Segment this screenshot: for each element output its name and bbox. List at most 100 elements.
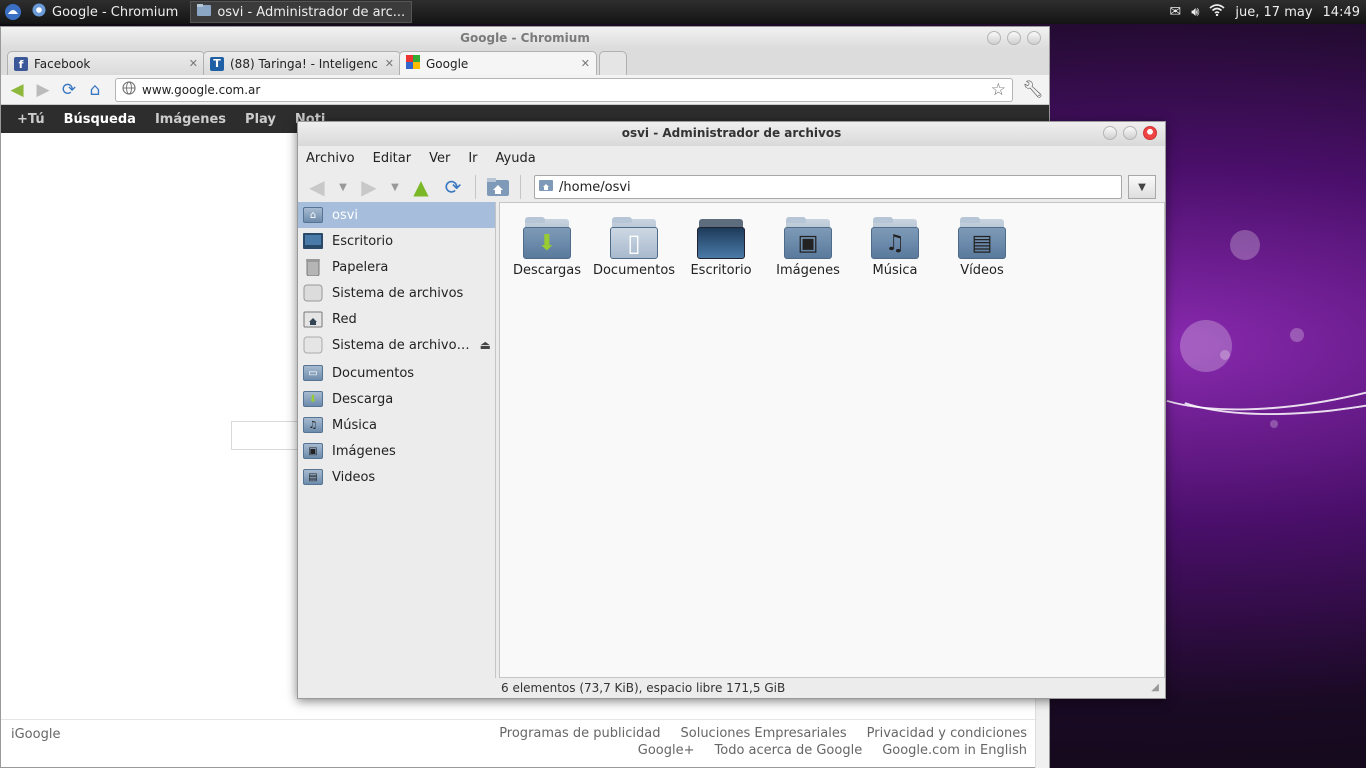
url-text[interactable]: www.google.com.ar (142, 83, 985, 97)
chevron-down-icon[interactable]: ▼ (1128, 175, 1156, 199)
maximize-button[interactable] (1123, 126, 1137, 140)
tab-facebook[interactable]: f Facebook ✕ (7, 51, 205, 75)
desktop-icon (302, 231, 324, 251)
xfce-menu-icon[interactable] (2, 1, 24, 23)
home-icon[interactable]: ⌂ (85, 80, 105, 100)
wrench-menu-icon[interactable]: 🔧︎ (1022, 80, 1044, 100)
close-button[interactable] (1027, 31, 1041, 45)
star-bookmark-icon[interactable]: ☆ (991, 80, 1006, 100)
item-label: Música (872, 263, 918, 278)
footer-link[interactable]: Todo acerca de Google (715, 743, 863, 758)
sidebar-item-label: Documentos (332, 365, 415, 381)
home-folder-icon (539, 179, 553, 195)
file-manager-titlebar[interactable]: osvi - Administrador de archivos (298, 122, 1165, 146)
location-bar[interactable]: /home/osvi (534, 175, 1122, 199)
sidebar-item-videos[interactable]: ▤ Videos (298, 464, 495, 490)
folder-descargas[interactable]: ⬇ Descargas (510, 217, 584, 278)
tab-google[interactable]: Google ✕ (399, 51, 597, 75)
task-file-manager[interactable]: osvi - Administrador de arc... (190, 1, 413, 23)
minimize-button[interactable] (987, 31, 1001, 45)
menu-ayuda[interactable]: Ayuda (496, 151, 536, 166)
tab-close-icon[interactable]: ✕ (385, 57, 394, 70)
resize-grip-icon[interactable]: ◢ (1151, 678, 1159, 698)
toolbar-separator (475, 175, 476, 199)
folder-videos[interactable]: ▤ Vídeos (945, 217, 1019, 278)
chromium-titlebar[interactable]: Google - Chromium (1, 27, 1049, 49)
new-tab-button[interactable] (599, 51, 627, 75)
back-arrow-icon[interactable]: ◀ (7, 80, 27, 100)
item-label: Vídeos (960, 263, 1004, 278)
footer-link[interactable]: Google.com in English (882, 743, 1027, 758)
location-path[interactable]: /home/osvi (559, 180, 631, 195)
wifi-icon[interactable] (1209, 4, 1225, 20)
task-label: Google - Chromium (52, 4, 179, 20)
sidebar-item-label: Imágenes (332, 443, 396, 459)
tab-strip: f Facebook ✕ T (88) Taringa! - Inteligen… (1, 49, 1049, 75)
sidebar-item-escritorio[interactable]: Escritorio (298, 228, 495, 254)
gbar-item[interactable]: Play (245, 112, 276, 127)
status-bar: 6 elementos (73,7 KiB), espacio libre 17… (298, 678, 1165, 698)
chevron-down-icon[interactable]: ▼ (388, 174, 402, 200)
footer-link[interactable]: Soluciones Empresariales (681, 726, 847, 741)
sidebar-item-red[interactable]: Red (298, 306, 495, 332)
menubar: Archivo Editar Ver Ir Ayuda (298, 146, 1165, 170)
globe-icon (122, 80, 136, 99)
tab-close-icon[interactable]: ✕ (189, 57, 198, 70)
reload-icon[interactable]: ⟳ (59, 80, 79, 100)
gbar-item[interactable]: Imágenes (155, 112, 226, 127)
sidebar-item-sistema-archivos[interactable]: Sistema de archivos (298, 280, 495, 306)
sidebar-item-sistema-archivos-2[interactable]: Sistema de archivos d... ⏏ (298, 332, 495, 358)
file-view[interactable]: ⬇ Descargas ▯ Documentos Escritorio ▣ Im… (499, 202, 1165, 678)
minimize-button[interactable] (1103, 126, 1117, 140)
sidebar-item-label: Música (332, 417, 377, 433)
volume-icon[interactable]: 🔊︎ (1191, 5, 1199, 20)
gbar-item[interactable]: Búsqueda (64, 112, 136, 127)
fm-toolbar: ◀ ▼ ▶ ▼ ▲ ⟳ /home/osvi ▼ (298, 170, 1165, 204)
sidebar-item-documentos[interactable]: ▭ Documentos (298, 360, 495, 386)
home-icon[interactable] (485, 174, 511, 200)
taringa-icon: T (210, 56, 224, 71)
reload-icon[interactable]: ⟳ (440, 174, 466, 200)
menu-archivo[interactable]: Archivo (306, 151, 355, 166)
folder-escritorio[interactable]: Escritorio (684, 217, 758, 278)
eject-icon[interactable]: ⏏ (480, 338, 495, 352)
sidebar-item-label: Sistema de archivos d... (332, 337, 472, 353)
igoogle-link[interactable]: iGoogle (11, 727, 60, 742)
tab-close-icon[interactable]: ✕ (581, 57, 590, 70)
gbar-item[interactable]: +Tú (17, 112, 45, 127)
forward-arrow-icon[interactable]: ▶ (33, 80, 53, 100)
sidebar-item-imagenes[interactable]: ▣ Imágenes (298, 438, 495, 464)
folder-imagenes[interactable]: ▣ Imágenes (771, 217, 845, 278)
back-arrow-icon[interactable]: ◀ (304, 174, 330, 200)
item-label: Documentos (592, 263, 676, 278)
sidebar-item-osvi[interactable]: ⌂ osvi (298, 202, 495, 228)
sidebar-item-musica[interactable]: ♫ Música (298, 412, 495, 438)
footer-link[interactable]: Privacidad y condiciones (867, 726, 1027, 741)
forward-arrow-icon[interactable]: ▶ (356, 174, 382, 200)
close-button[interactable] (1143, 126, 1157, 140)
documents-folder-icon: ▭ (302, 363, 324, 383)
chevron-down-icon[interactable]: ▼ (336, 174, 350, 200)
folder-musica[interactable]: ♫ Música (858, 217, 932, 278)
footer-link[interactable]: Google+ (638, 743, 695, 758)
task-chromium[interactable]: Google - Chromium (26, 1, 184, 23)
mail-icon[interactable]: ✉ (1169, 4, 1181, 20)
tab-taringa[interactable]: T (88) Taringa! - Inteligencia ✕ (203, 51, 401, 75)
menu-editar[interactable]: Editar (373, 151, 412, 166)
up-arrow-icon[interactable]: ▲ (408, 174, 434, 200)
sidebar-item-descarga[interactable]: ⬇ Descarga (298, 386, 495, 412)
clock-time[interactable]: 14:49 (1323, 5, 1360, 20)
sidebar-item-papelera[interactable]: Papelera (298, 254, 495, 280)
folder-documentos[interactable]: ▯ Documentos (593, 217, 675, 278)
sidebar-item-label: Papelera (332, 259, 389, 275)
maximize-button[interactable] (1007, 31, 1021, 45)
footer-link[interactable]: Programas de publicidad (499, 726, 660, 741)
tab-label: Facebook (34, 56, 91, 71)
omnibox[interactable]: www.google.com.ar ☆ (115, 77, 1013, 102)
google-footer: iGoogle Programas de publicidad Solucion… (1, 719, 1037, 767)
sidebar-item-label: Descarga (332, 391, 394, 407)
menu-ver[interactable]: Ver (429, 151, 450, 166)
sidebar-item-label: Escritorio (332, 233, 394, 249)
menu-ir[interactable]: Ir (468, 151, 477, 166)
clock-date[interactable]: jue, 17 may (1235, 5, 1312, 20)
